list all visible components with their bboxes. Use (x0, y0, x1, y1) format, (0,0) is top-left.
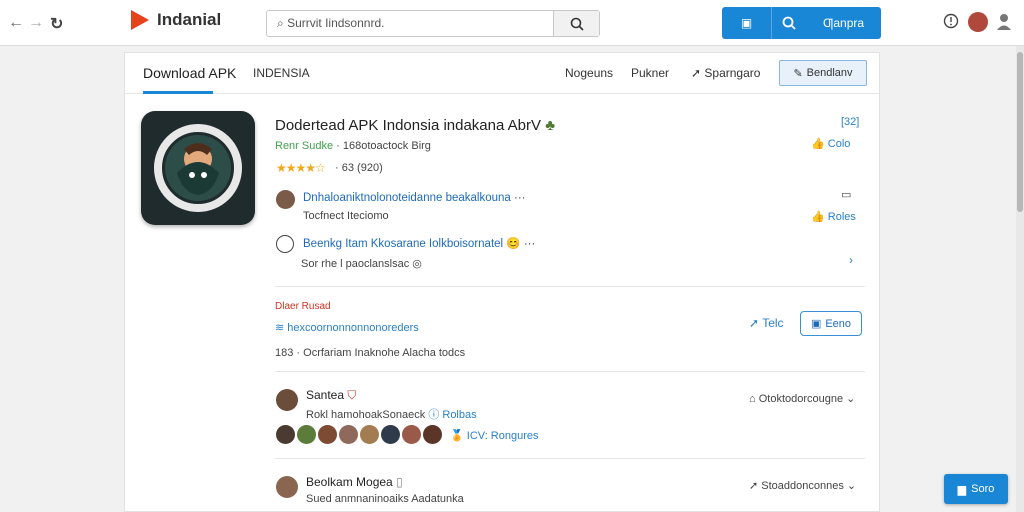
avatar[interactable] (423, 425, 442, 444)
active-tab-indicator (143, 91, 213, 94)
review-text: Rokl hamohoakSonaeck ⓘ Rolbas (306, 409, 477, 421)
avatar[interactable] (276, 425, 295, 444)
scrollbar-thumb[interactable] (1017, 52, 1023, 212)
search-icon (570, 17, 584, 31)
avatar[interactable] (318, 425, 337, 444)
avatar[interactable] (968, 12, 988, 32)
radio-icon[interactable] (276, 235, 294, 253)
developer-name[interactable]: Renr Sudke (275, 140, 333, 152)
side-box-icon[interactable]: ▭ (841, 188, 851, 201)
card-header: Download APK INDENSIA Nogeuns Pukner ➚ S… (125, 53, 879, 94)
avatar[interactable] (276, 190, 295, 209)
chevron-down-icon: ⌄ (846, 393, 856, 405)
logo-text: Indanial (157, 10, 222, 29)
chevron-right-icon[interactable]: › (849, 253, 853, 267)
alert-icon[interactable] (943, 13, 959, 34)
header-actions: ▣ Ƣanpra (722, 7, 881, 39)
search-icon: ⌕ (277, 16, 284, 30)
section-link[interactable]: ≋ hexcoornonnonnonoreders (275, 321, 419, 334)
divider (275, 371, 865, 372)
badge-icon: 🏅 (450, 430, 464, 442)
tell-button[interactable]: ➚ Telc (749, 316, 784, 330)
comment-meta: Sor rhe l paoclanslsac ◎ (301, 258, 422, 270)
tab-subtitle: INDENSIA (253, 66, 310, 80)
section-count: 183 · Ocrfariam Inaknohe Alacha todcs (275, 347, 466, 359)
play-logo-icon (131, 10, 149, 30)
top-bar: ← → ↻ Indanial ⌕ Surrvit Iindsonnrd. ▣ Ƣ… (0, 0, 1024, 46)
review-badge[interactable]: Rolbas (442, 409, 476, 421)
divider (275, 458, 865, 459)
comment-meta: Tocfnect Iteciomo (303, 210, 389, 222)
comment-title[interactable]: Dnhaloaniktnolonoteidanne beakalkouna ··… (303, 192, 526, 204)
avatar[interactable] (339, 425, 358, 444)
site-logo[interactable]: Indanial (131, 10, 221, 30)
emoji-icon: 😊 (506, 238, 521, 250)
review-action[interactable]: ⌂ Otoktodorcougne ⌄ (749, 392, 855, 405)
app-icon (141, 111, 255, 225)
comment-title[interactable]: Beenkg Itam Kkosarane Iolkboisornatel 😊 … (303, 236, 535, 250)
avatar[interactable] (297, 425, 316, 444)
avatar-strip (276, 425, 442, 444)
avatar[interactable] (381, 425, 400, 444)
avatar[interactable] (276, 389, 298, 411)
avatar[interactable] (276, 476, 298, 498)
mascot-icon: ♣ (545, 117, 556, 134)
rating-stars: ★★★★☆ (276, 161, 326, 175)
section-button[interactable]: ▣ Eeno (800, 311, 862, 336)
divider (275, 286, 865, 287)
app-title: Dodertead APK Indonsia indakana AbrV ♣ (275, 117, 556, 134)
back-icon[interactable]: ← (8, 14, 24, 32)
thumb-icon: 👍 (811, 211, 825, 223)
tab-download-apk[interactable]: Download APK (143, 65, 236, 81)
search-button[interactable] (553, 11, 599, 36)
side-count[interactable]: [32] (841, 116, 859, 128)
edit-icon: ✎ (793, 67, 803, 80)
thumb-icon: 👍 (811, 138, 825, 150)
link-pukner[interactable]: Pukner (631, 66, 669, 80)
account-icon[interactable] (996, 13, 1012, 36)
send-icon: ➚ (749, 480, 759, 492)
chat-icon: ▆ (957, 483, 967, 496)
avatar[interactable] (402, 425, 421, 444)
review-name[interactable]: Beolkam Mogea ▯ (306, 475, 403, 489)
review-text: Sued anmnaninoaiks Aadatunka (306, 493, 464, 505)
refresh-icon[interactable]: ↻ (50, 14, 63, 34)
link-nogeuns[interactable]: Nogeuns (565, 66, 613, 80)
side-roles-button[interactable]: 👍 Roles (811, 210, 856, 223)
rating-info: · 63 (920) (335, 162, 383, 174)
header-search-icon[interactable] (772, 7, 806, 39)
shield-icon: ⛉ (347, 388, 357, 402)
section-title: Dlaer Rusad (275, 301, 331, 312)
app-card: Download APK INDENSIA Nogeuns Pukner ➚ S… (124, 52, 880, 512)
grid-icon[interactable]: ▣ (722, 7, 772, 39)
avatar[interactable] (360, 425, 379, 444)
chevron-down-icon: ⌄ (846, 480, 857, 492)
review-action[interactable]: ➚ Stoaddonconnes ⌄ (749, 479, 856, 492)
head-action-button[interactable]: ✎ Bendlanv (779, 60, 867, 86)
square-icon: ▣ (810, 318, 822, 330)
tag-icon: ⌂ (749, 393, 756, 405)
stack-icon: ≋ (275, 322, 285, 334)
header-action-button[interactable]: Ƣanpra (806, 7, 881, 39)
info-icon: ⓘ (428, 409, 440, 421)
review-tail[interactable]: 🏅 ICV: Rongures (450, 429, 539, 442)
developer-line: Renr Sudke · 168otoactock Birg (275, 140, 431, 152)
review-name[interactable]: Santea ⛉ (306, 388, 356, 403)
search-placeholder: Surrvit Iindsonnrd. (287, 16, 385, 30)
side-colo-button[interactable]: 👍 Colo (811, 137, 850, 150)
send-icon: ➚ (691, 66, 702, 80)
send-icon: ➚ (749, 316, 760, 330)
forward-icon[interactable]: → (28, 14, 44, 32)
bookmark-icon: ▯ (396, 475, 403, 489)
search-input[interactable]: ⌕ Surrvit Iindsonnrd. (266, 10, 600, 37)
link-sparngaro[interactable]: ➚ Sparngaro (691, 66, 760, 80)
floating-action-button[interactable]: ▆ Soro (944, 474, 1008, 504)
